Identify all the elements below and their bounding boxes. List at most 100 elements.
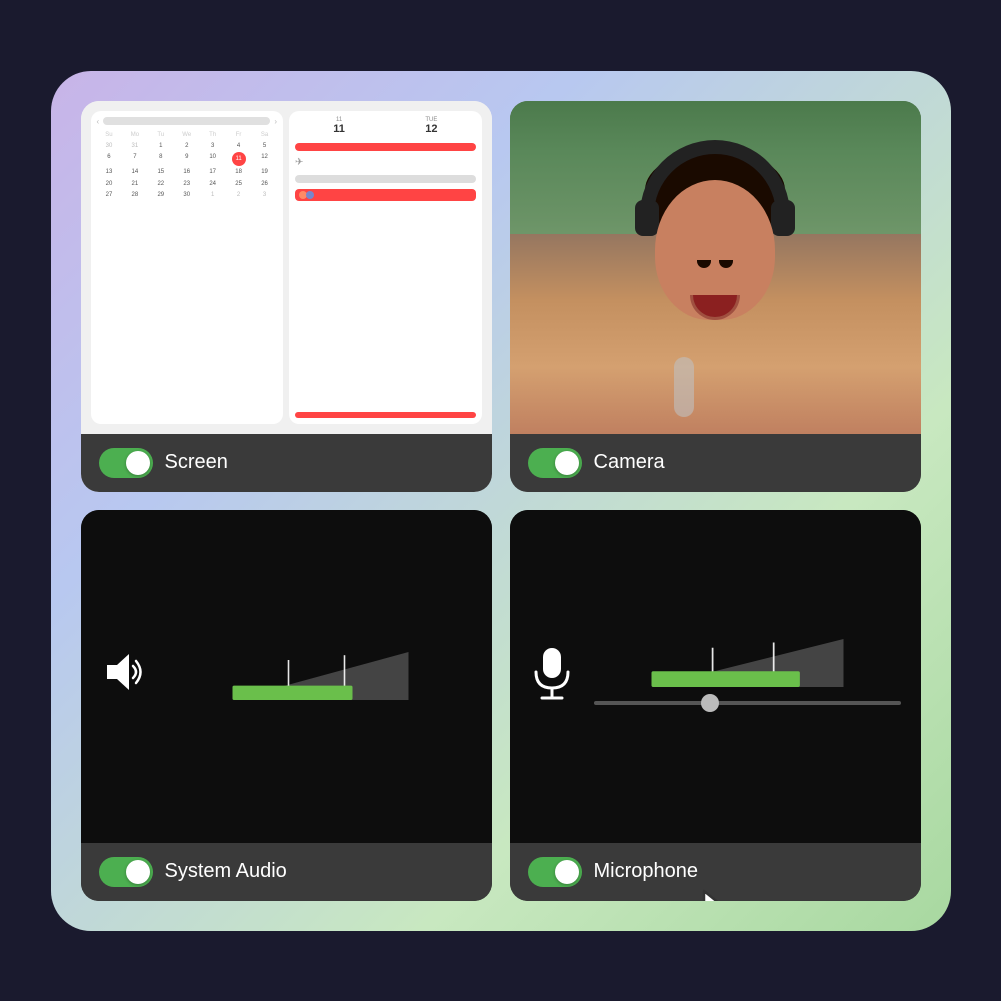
cal-date: 1: [200, 190, 225, 200]
cal-date: 16: [174, 167, 199, 177]
schedule-empty: ✈: [295, 157, 476, 169]
mic-stand: [674, 357, 694, 417]
mic-visualizer: [510, 619, 921, 733]
cal-date: 22: [148, 179, 173, 189]
mic-icon: [530, 646, 574, 707]
cal-date: 23: [174, 179, 199, 189]
toggle-knob: [555, 451, 579, 475]
cal-date: 27: [97, 190, 122, 200]
mic-meter-svg: [594, 639, 901, 687]
mic-meter: [594, 639, 901, 713]
volume-meter: [169, 652, 472, 700]
cal-grid: Su Mo Tu We Th Fr Sa 30 31 1 2 3: [97, 130, 278, 201]
cal-day: Tu: [148, 130, 173, 140]
camera-preview: [510, 101, 921, 434]
calendar-mini: ‹ › Su Mo Tu We Th Fr Sa 30: [91, 111, 482, 424]
eye-left: [697, 260, 711, 268]
cal-date: 19: [252, 167, 277, 177]
cal-date: 28: [122, 190, 147, 200]
cal-date-selected: 11: [232, 152, 246, 166]
cal-day: Su: [97, 130, 122, 140]
cal-date: 3: [200, 141, 225, 151]
meter-svg: [169, 652, 472, 700]
face-skin: [655, 180, 775, 320]
main-container: ‹ › Su Mo Tu We Th Fr Sa 30: [51, 71, 951, 931]
cal-date: 25: [226, 179, 251, 189]
camera-card: Camera: [510, 101, 921, 492]
cal-date: 14: [122, 167, 147, 177]
schedule-bar-bottom: [295, 412, 476, 418]
cal-day: We: [174, 130, 199, 140]
cal-date: 9: [174, 152, 199, 166]
cal-date: 5: [252, 141, 277, 151]
cal-date: 30: [174, 190, 199, 200]
cal-header: ‹ ›: [97, 117, 278, 126]
schedule-bar-gray: [295, 175, 476, 183]
cal-date: 1: [148, 141, 173, 151]
cal-date: 18: [226, 167, 251, 177]
cal-date: 7: [122, 152, 147, 166]
microphone-card: Microphone: [510, 510, 921, 901]
schedule-day-12: TUE 12: [387, 117, 475, 135]
cal-date: 3: [252, 190, 277, 200]
audio-footer: System Audio: [81, 843, 492, 901]
mic-slider-row: [594, 693, 901, 713]
schedule-headers: 11 11 TUE 12: [295, 117, 476, 135]
screen-toggle[interactable]: [99, 448, 153, 478]
cursor-overlay: [699, 886, 749, 901]
cal-day: Mo: [122, 130, 147, 140]
screen-preview: ‹ › Su Mo Tu We Th Fr Sa 30: [81, 101, 492, 434]
headphone-left-cup: [635, 200, 659, 236]
cal-date: 6: [97, 152, 122, 166]
eye-right: [719, 260, 733, 268]
schedule-day-11: 11 11: [295, 117, 383, 135]
cal-day: Fr: [226, 130, 251, 140]
cal-date: 24: [200, 179, 225, 189]
mic-slider-thumb[interactable]: [701, 694, 719, 712]
avatar-2: [306, 191, 314, 199]
camera-toggle[interactable]: [528, 448, 582, 478]
smile: [690, 295, 740, 320]
cal-date: 21: [122, 179, 147, 189]
cal-date: 10: [200, 152, 225, 166]
mic-meter-bg: [594, 639, 901, 687]
schedule-bar-red: [295, 143, 476, 151]
cal-date-highlight: 11: [226, 152, 251, 166]
camera-label: Camera: [594, 451, 665, 474]
audio-preview: [81, 510, 492, 843]
toggle-knob: [126, 451, 150, 475]
cal-date: 15: [148, 167, 173, 177]
cal-day: Th: [200, 130, 225, 140]
cal-date: 8: [148, 152, 173, 166]
cal-date: 29: [148, 190, 173, 200]
cal-date: 17: [200, 167, 225, 177]
cal-month-bar: [103, 117, 270, 125]
cal-date: 2: [226, 190, 251, 200]
cal-date: 4: [226, 141, 251, 151]
audio-toggle[interactable]: [99, 857, 153, 887]
audio-label: System Audio: [165, 860, 287, 883]
calendar-month-view: ‹ › Su Mo Tu We Th Fr Sa 30: [91, 111, 284, 424]
cal-next: ›: [274, 117, 277, 126]
screen-label: Screen: [165, 451, 228, 474]
toggle-knob: [126, 860, 150, 884]
card-grid: ‹ › Su Mo Tu We Th Fr Sa 30: [81, 101, 921, 901]
cal-date: 31: [122, 141, 147, 151]
mic-slider-track[interactable]: [594, 701, 901, 705]
day-num: 12: [387, 123, 475, 135]
cal-date: 2: [174, 141, 199, 151]
schedule-view: 11 11 TUE 12 ✈: [289, 111, 482, 424]
meter-bg: [169, 652, 472, 700]
cal-date: 26: [252, 179, 277, 189]
face-area: [635, 150, 795, 370]
cal-day: Sa: [252, 130, 277, 140]
camera-footer: Camera: [510, 434, 921, 492]
toggle-knob: [555, 860, 579, 884]
mic-label: Microphone: [594, 860, 699, 883]
plane-icon: ✈: [295, 157, 307, 169]
camera-image: [510, 101, 921, 434]
mic-toggle[interactable]: [528, 857, 582, 887]
cal-date: 20: [97, 179, 122, 189]
cal-date: 30: [97, 141, 122, 151]
cal-prev: ‹: [97, 117, 100, 126]
